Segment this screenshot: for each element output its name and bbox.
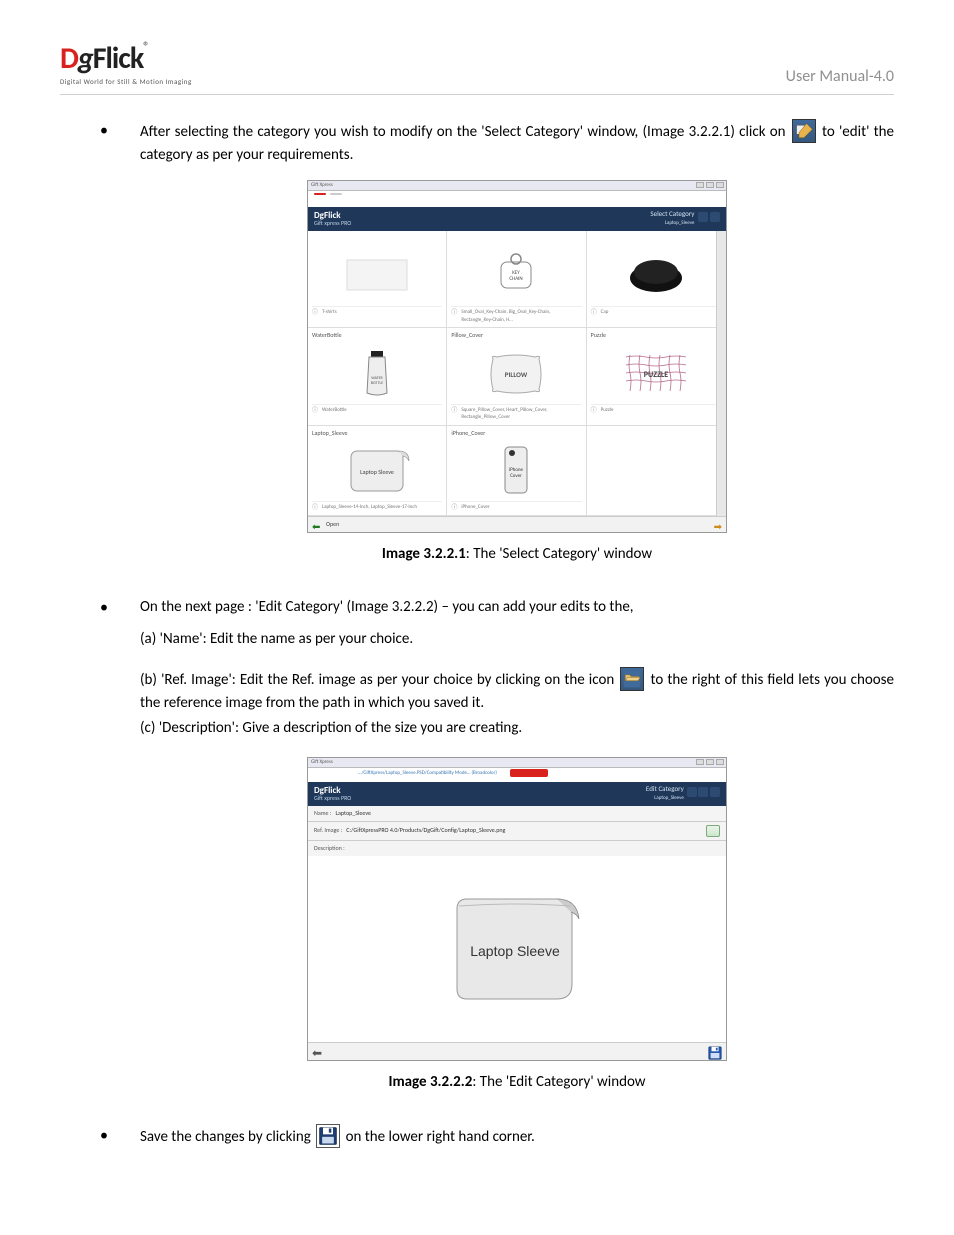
category-cell[interactable]: Pillow_Cover PILLOW Square_Pillow_Cover,… bbox=[447, 328, 586, 426]
category-cell[interactable]: Cap bbox=[587, 231, 726, 329]
home-icon[interactable] bbox=[687, 787, 697, 797]
help-icon[interactable] bbox=[710, 212, 720, 222]
browse-icon bbox=[620, 667, 644, 691]
ref-image-field[interactable]: C:/GiftXpressPRO 4.0/Products/DgGift/Con… bbox=[346, 826, 505, 835]
category-cell[interactable]: KEYCHAIN Small_Oval_Key-Chain, Big_Oval_… bbox=[447, 231, 586, 329]
svg-text:Laptop Sleeve: Laptop Sleeve bbox=[360, 468, 394, 476]
edit-tool-icon[interactable] bbox=[698, 212, 708, 222]
preview-area: Laptop Sleeve bbox=[308, 856, 726, 1042]
edit-icon bbox=[792, 119, 816, 143]
svg-text:PILLOW: PILLOW bbox=[505, 370, 528, 379]
active-tab-indicator bbox=[510, 769, 548, 777]
sub-a: (a) 'Name': Edit the name as per your ch… bbox=[140, 628, 894, 651]
category-cell[interactable]: WaterBottle WATERBOTTLE WaterBottle bbox=[308, 328, 447, 426]
preview-label: Laptop Sleeve bbox=[470, 943, 560, 959]
ref-image-row: Ref. Image : C:/GiftXpressPRO 4.0/Produc… bbox=[308, 822, 726, 841]
svg-text:Cover: Cover bbox=[511, 473, 523, 479]
category-cell[interactable]: iPhone_Cover iPhoneCover iPhone_Cover bbox=[447, 426, 586, 516]
save-icon bbox=[316, 1124, 340, 1148]
browse-button[interactable] bbox=[706, 825, 720, 837]
category-cell[interactable]: T-shirts bbox=[308, 231, 447, 329]
next-icon[interactable]: ➡ bbox=[714, 519, 722, 535]
window-controls[interactable] bbox=[696, 182, 724, 188]
category-cell[interactable]: Puzzle PUZZLE Puzzle bbox=[587, 328, 726, 426]
help-icon[interactable] bbox=[710, 787, 720, 797]
bullet-select-category: After selecting the category you wish to… bbox=[100, 119, 894, 566]
manual-version: User Manual-4.0 bbox=[786, 67, 894, 86]
logo: DgFlick® Digital World for Still & Motio… bbox=[60, 40, 192, 86]
figure-caption-2: Image 3.2.2.2: The 'Edit Category' windo… bbox=[140, 1071, 894, 1094]
back-icon[interactable]: ⬅ bbox=[312, 1045, 322, 1064]
page-header: DgFlick® Digital World for Still & Motio… bbox=[60, 40, 894, 95]
open-button[interactable]: Open bbox=[326, 520, 339, 529]
name-row: Name : Laptop_Sleeve bbox=[308, 806, 726, 822]
scrollbar[interactable] bbox=[716, 231, 726, 517]
description-row: Description : bbox=[308, 841, 726, 856]
breadcrumb bbox=[314, 193, 342, 195]
save-icon[interactable] bbox=[708, 1045, 722, 1059]
sub-c: (c) 'Description': Give a description of… bbox=[140, 717, 894, 740]
name-field[interactable]: Laptop_Sleeve bbox=[336, 809, 372, 818]
edit-tool-icon[interactable] bbox=[698, 787, 708, 797]
bullet-save-changes: Save the changes by clicking on the lowe… bbox=[100, 1124, 894, 1149]
bullet-edit-category-intro: On the next page : 'Edit Category' (Imag… bbox=[100, 596, 894, 1094]
figure-caption-1: Image 3.2.2.1: The 'Select Category' win… bbox=[140, 543, 894, 566]
back-icon[interactable]: ⬅ bbox=[312, 519, 320, 535]
screenshot-select-category: Gift Xpress DgFlick Gift xpress PRO bbox=[307, 180, 727, 534]
svg-text:CHAIN: CHAIN bbox=[510, 276, 523, 282]
svg-text:BOTTLE: BOTTLE bbox=[371, 381, 383, 386]
breadcrumb: …/GiftXpress/Laptop_Sleeve.PSD/Compatibi… bbox=[358, 770, 497, 778]
logo-tagline: Digital World for Still & Motion Imaging bbox=[60, 77, 192, 86]
sub-b: (b) 'Ref. Image': Edit the Ref. image as… bbox=[140, 667, 894, 716]
svg-text:PUZZLE: PUZZLE bbox=[644, 370, 669, 380]
screenshot-edit-category: Gift Xpress …/GiftXpress/Laptop_Sleeve.P… bbox=[307, 757, 727, 1062]
category-cell[interactable] bbox=[587, 426, 726, 516]
window-controls[interactable] bbox=[696, 759, 724, 765]
category-cell[interactable]: Laptop_Sleeve Laptop Sleeve Laptop_Sleev… bbox=[308, 426, 447, 516]
